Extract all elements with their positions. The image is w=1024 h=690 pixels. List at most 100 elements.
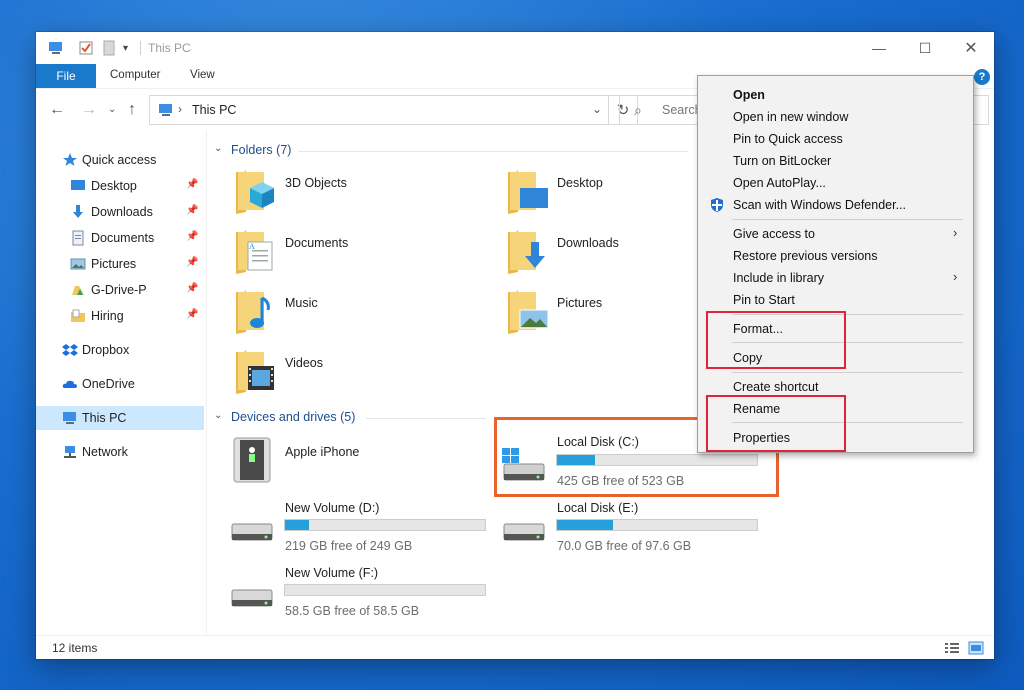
pin-icon[interactable]: 📌 (186, 257, 198, 268)
drive-usage-bar (284, 584, 486, 596)
submenu-arrow-icon: › (953, 225, 958, 240)
tab-computer[interactable]: Computer (110, 69, 161, 81)
menu-item-label: Open in new window (733, 110, 849, 124)
menu-separator (732, 372, 963, 373)
this-pc-app-icon (48, 40, 64, 56)
menu-item-label: Pin to Quick access (733, 132, 843, 146)
status-bar: 12 items (36, 635, 994, 660)
folder-name: Desktop (557, 176, 603, 190)
drive-free-space: 58.5 GB free of 58.5 GB (285, 604, 420, 618)
collapse-folders-chevron-icon[interactable]: ⌄ (214, 143, 222, 154)
desktop-icon (71, 180, 85, 190)
customize-toolbar-chevron-icon[interactable]: ▾ (123, 40, 128, 56)
new-folder-icon[interactable] (102, 40, 116, 56)
properties-icon[interactable] (78, 40, 94, 56)
tab-file[interactable]: File (36, 64, 96, 88)
menu-item-pin-quick-access[interactable]: Pin to Quick access (698, 128, 973, 150)
menu-item-scan-defender[interactable]: Scan with Windows Defender... (698, 194, 973, 216)
nav-onedrive[interactable]: OneDrive (36, 372, 204, 396)
desktop-folder-icon (508, 170, 548, 214)
menu-item-autoplay[interactable]: Open AutoPlay... (698, 172, 973, 194)
folder-icon (71, 309, 85, 322)
nav-pictures[interactable]: Pictures 📌 (36, 252, 204, 276)
navigation-pane: Quick access Desktop 📌 Downloads 📌 Docum… (36, 142, 204, 632)
svg-text:A: A (249, 242, 255, 251)
menu-item-open-new-window[interactable]: Open in new window (698, 106, 973, 128)
drive-free-space: 219 GB free of 249 GB (285, 539, 413, 553)
nav-this-pc[interactable]: This PC (36, 406, 204, 430)
large-icons-view-icon[interactable] (968, 641, 984, 660)
menu-item-open[interactable]: Open (698, 84, 973, 106)
close-icon[interactable]: ✕ (948, 32, 994, 64)
documents-folder-icon: A (236, 230, 273, 274)
pin-icon[interactable]: 📌 (186, 231, 198, 242)
this-pc-icon (63, 412, 76, 424)
nav-hiring[interactable]: Hiring 📌 (36, 304, 204, 328)
menu-item-label: Open (733, 88, 765, 102)
forward-arrow-icon[interactable]: → (81, 101, 97, 119)
downloads-folder-icon (508, 230, 545, 274)
nav-desktop[interactable]: Desktop 📌 (36, 174, 204, 198)
menu-item-pin-start[interactable]: Pin to Start (698, 289, 973, 311)
tab-view[interactable]: View (190, 69, 215, 81)
address-bar[interactable]: › This PC ⌄ (149, 95, 609, 125)
minimize-icon[interactable]: — (856, 32, 902, 64)
folder-name: Pictures (557, 296, 603, 310)
folder-name: Videos (285, 356, 323, 370)
menu-item-bitlocker[interactable]: Turn on BitLocker (698, 150, 973, 172)
pin-icon[interactable]: 📌 (186, 309, 198, 320)
onedrive-icon (62, 380, 77, 388)
submenu-arrow-icon: › (953, 269, 958, 284)
gdrive-icon (72, 286, 84, 295)
menu-item-restore-versions[interactable]: Restore previous versions (698, 245, 973, 267)
collapse-devices-chevron-icon[interactable]: ⌄ (214, 410, 222, 421)
menu-item-give-access[interactable]: Give access to › (698, 223, 973, 245)
nav-label: Network (82, 445, 128, 459)
breadcrumb-chevron-icon[interactable]: › (178, 102, 182, 116)
pictures-folder-icon (508, 290, 549, 334)
title-separator (140, 41, 141, 55)
nav-quick-access[interactable]: Quick access (36, 148, 204, 172)
details-view-icon[interactable] (944, 641, 960, 660)
nav-label: Dropbox (82, 343, 130, 357)
nav-documents[interactable]: Documents 📌 (36, 226, 204, 250)
help-icon[interactable]: ? (974, 69, 990, 85)
music-folder-icon (236, 290, 270, 334)
folders-header[interactable]: Folders (7) (231, 143, 291, 157)
pin-icon[interactable]: 📌 (186, 205, 198, 216)
nav-label: Quick access (82, 153, 157, 167)
downloads-icon (73, 205, 83, 218)
address-history-chevron-icon[interactable]: ⌄ (592, 102, 602, 116)
drive-usage-bar (556, 519, 758, 531)
back-arrow-icon[interactable]: ← (49, 101, 65, 119)
nav-downloads[interactable]: Downloads 📌 (36, 200, 204, 224)
hard-drive-icon (503, 523, 545, 541)
this-pc-icon (158, 102, 174, 123)
devices-header[interactable]: Devices and drives (5) (231, 410, 355, 424)
nav-network[interactable]: Network (36, 440, 204, 464)
nav-label: Desktop (91, 179, 137, 193)
menu-item-label: Give access to (733, 227, 815, 241)
hard-drive-icon (231, 589, 273, 607)
maximize-icon[interactable]: ☐ (902, 32, 948, 64)
up-arrow-icon[interactable]: ↑ (128, 101, 136, 119)
folder-name: Music (285, 296, 318, 310)
menu-item-label: Turn on BitLocker (733, 154, 832, 168)
pin-icon[interactable]: 📌 (186, 283, 198, 294)
pictures-icon (70, 258, 86, 270)
drive-name: New Volume (F:) (285, 566, 379, 580)
nav-dropbox[interactable]: Dropbox (36, 338, 204, 362)
drive-usage-fill (557, 520, 613, 530)
documents-icon (72, 230, 84, 246)
menu-item-include-library[interactable]: Include in library › (698, 267, 973, 289)
nav-label: Hiring (91, 309, 124, 323)
recent-locations-chevron-icon[interactable]: ⌄ (108, 104, 116, 115)
dropbox-icon (62, 344, 78, 356)
star-icon (63, 153, 77, 166)
menu-item-label: Open AutoPlay... (733, 176, 826, 190)
item-count: 12 items (52, 641, 98, 655)
devices-header-line (366, 418, 486, 419)
pin-icon[interactable]: 📌 (186, 179, 198, 190)
nav-g-drive-p[interactable]: G-Drive-P 📌 (36, 278, 204, 302)
nav-label: OneDrive (82, 377, 135, 391)
